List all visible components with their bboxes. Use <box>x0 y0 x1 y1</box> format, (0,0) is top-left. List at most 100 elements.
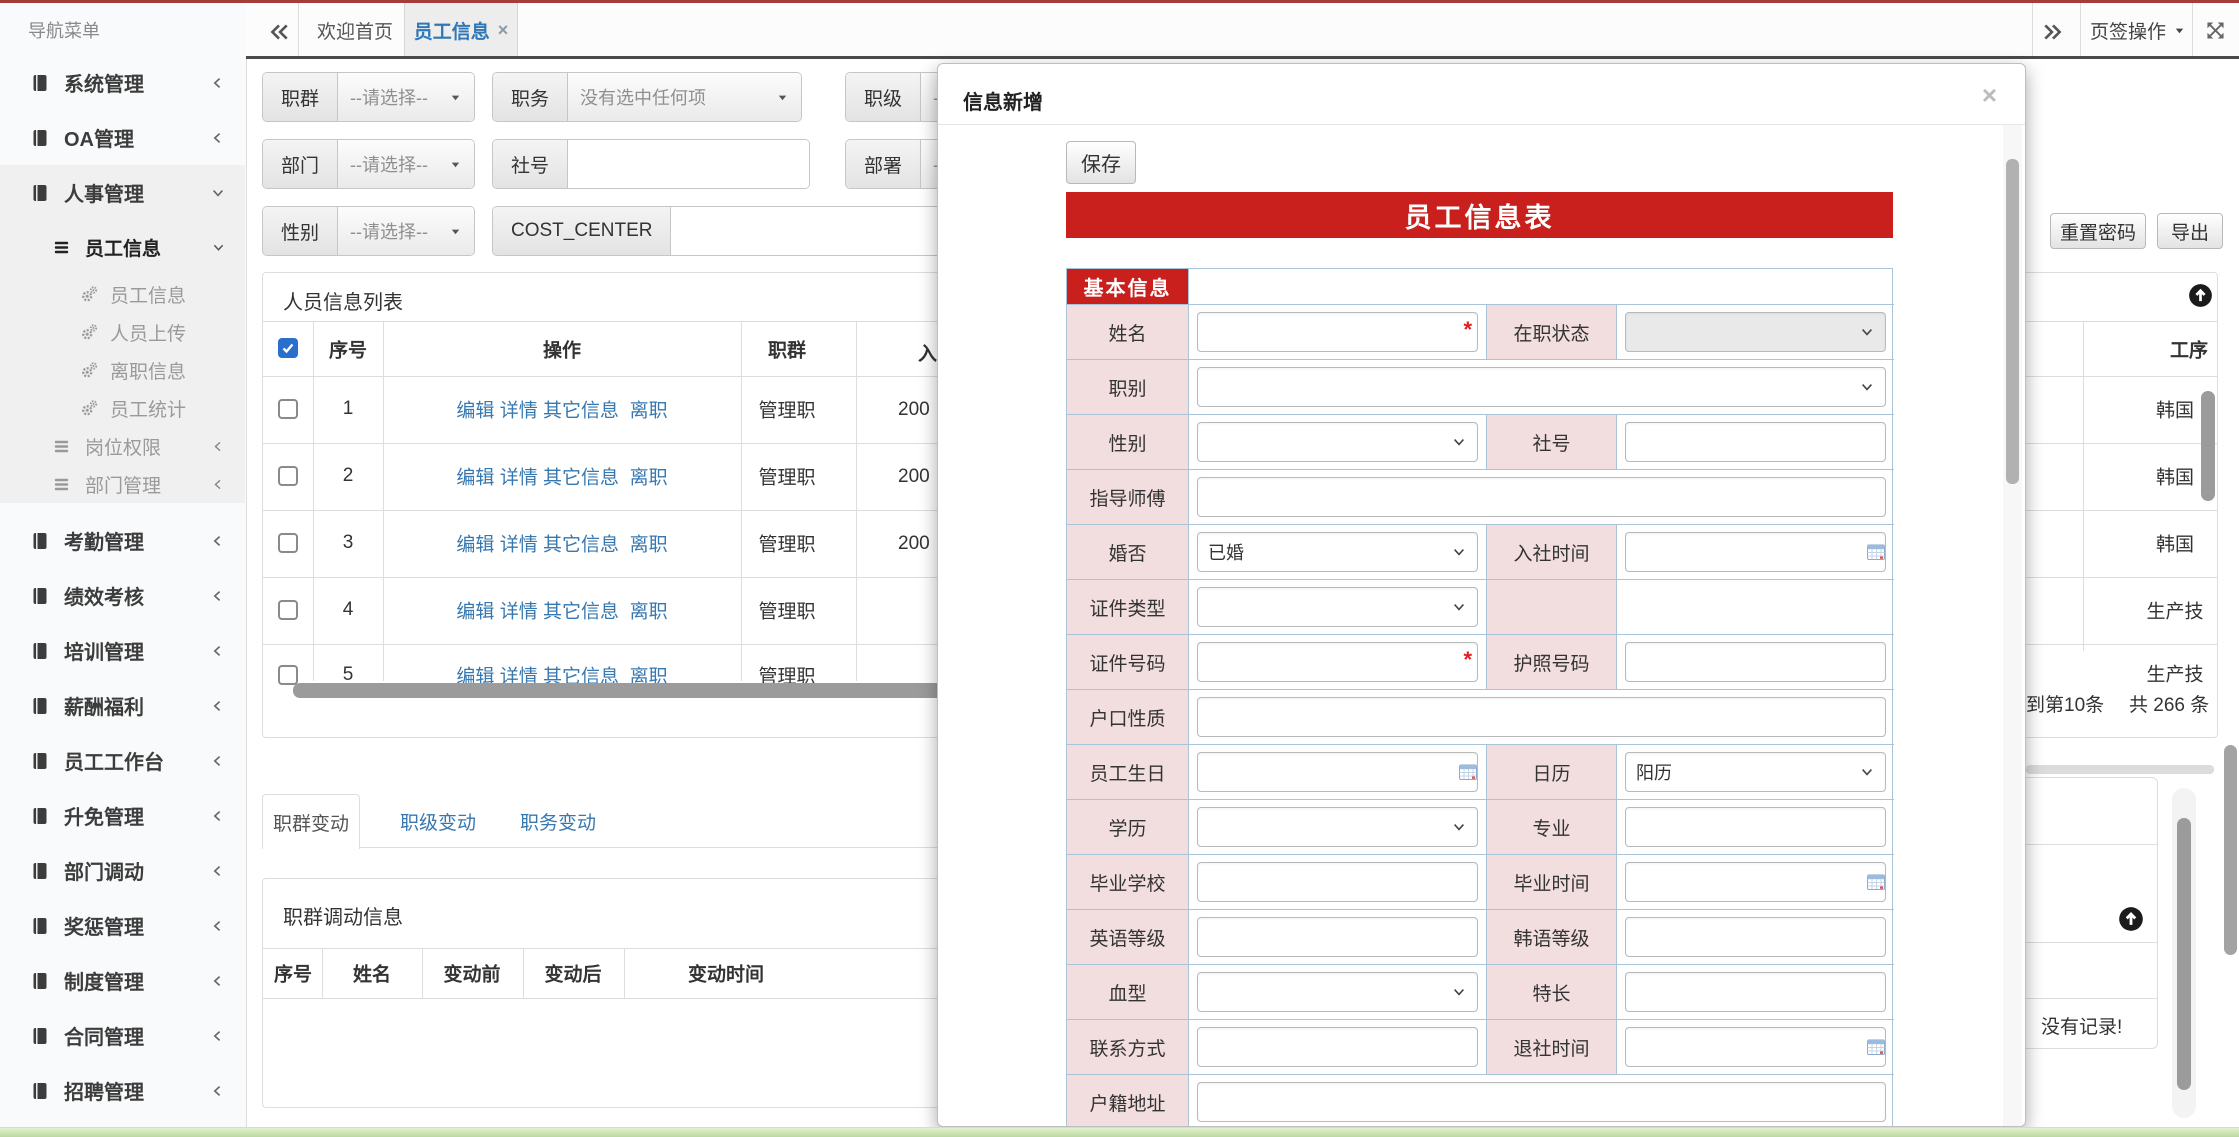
sidebar-item-reward-punishment[interactable]: 奖惩管理 <box>0 898 246 953</box>
graduate-school-input[interactable] <box>1197 862 1478 902</box>
mentor-input[interactable] <box>1197 477 1886 517</box>
collapse-panel-icon[interactable] <box>2188 283 2213 308</box>
resign-link[interactable]: 离职 <box>630 401 668 422</box>
sidebar-item-promotion[interactable]: 升免管理 <box>0 788 246 843</box>
shehao-input[interactable] <box>568 140 810 189</box>
row-checkbox[interactable] <box>278 533 298 553</box>
filter-zhiwu-select[interactable]: 没有选中任何项 <box>568 73 801 121</box>
sidebar-item-personnel-upload[interactable]: 人员上传 <box>0 313 246 351</box>
row-checkbox[interactable] <box>278 665 298 685</box>
graduation-date-input[interactable] <box>1625 862 1886 902</box>
vertical-scrollbar-thumb[interactable] <box>2201 391 2215 501</box>
sidebar-item-employee-stats[interactable]: 员工统计 <box>0 389 246 427</box>
calendar-icon[interactable] <box>1866 873 1886 891</box>
marital-select[interactable]: 已婚 <box>1197 532 1478 572</box>
join-date-input[interactable] <box>1625 532 1886 572</box>
filter-zhiqun-select[interactable]: --请选择-- <box>338 73 474 121</box>
detail-link[interactable]: 详情 <box>500 535 538 556</box>
collapse-panel-icon[interactable] <box>2118 906 2144 932</box>
sidebar-item-training[interactable]: 培训管理 <box>0 623 246 678</box>
edit-link[interactable]: 编辑 <box>456 468 494 489</box>
name-input[interactable] <box>1197 312 1478 352</box>
select-all-checkbox[interactable] <box>278 338 298 358</box>
row-checkbox[interactable] <box>278 600 298 620</box>
detail-link[interactable]: 详情 <box>500 401 538 422</box>
sidebar-item-dept-transfer[interactable]: 部门调动 <box>0 843 246 898</box>
specialty-input[interactable] <box>1625 972 1886 1012</box>
sidebar-item-resignation-info[interactable]: 离职信息 <box>0 351 246 389</box>
calendar-type-select[interactable]: 阳历 <box>1625 752 1886 792</box>
page-scrollbar-thumb[interactable] <box>2224 745 2237 955</box>
registered-address-input[interactable] <box>1197 1082 1886 1122</box>
blood-type-select[interactable] <box>1197 972 1478 1012</box>
sidebar-item-dept-management[interactable]: 部门管理 <box>0 465 246 503</box>
fullscreen-toggle-icon[interactable] <box>2204 19 2227 42</box>
sidebar-item-contract[interactable]: 合同管理 <box>0 1008 246 1063</box>
detail-link[interactable]: 详情 <box>500 602 538 623</box>
job-class-select[interactable] <box>1197 367 1886 407</box>
scroll-tabs-right-icon[interactable] <box>2042 21 2064 43</box>
sidebar-item-system[interactable]: 系统管理 <box>0 55 246 110</box>
sidebar-item-post-permission[interactable]: 岗位权限 <box>0 427 246 465</box>
row-checkbox[interactable] <box>278 399 298 419</box>
sidebar-item-workbench[interactable]: 员工工作台 <box>0 733 246 788</box>
edit-link[interactable]: 编辑 <box>456 535 494 556</box>
sidebar-item-salary[interactable]: 薪酬福利 <box>0 678 246 733</box>
modal-close-icon[interactable]: × <box>1982 80 1997 111</box>
other-info-link[interactable]: 其它信息 <box>543 602 619 623</box>
cost-center-input[interactable] <box>671 207 962 256</box>
row-checkbox[interactable] <box>278 466 298 486</box>
resign-link[interactable]: 离职 <box>630 468 668 489</box>
calendar-icon[interactable] <box>1866 543 1886 561</box>
scroll-tabs-left-icon[interactable] <box>268 21 290 43</box>
filter-xingbie-select[interactable]: --请选择-- <box>338 207 474 255</box>
sidebar-item-employee-info-group[interactable]: 员工信息 <box>0 220 246 275</box>
vertical-scrollbar-thumb[interactable] <box>2177 818 2191 1090</box>
calendar-icon[interactable] <box>1866 1038 1886 1056</box>
sidebar-item-oa[interactable]: OA管理 <box>0 110 246 165</box>
sidebar-item-attendance[interactable]: 考勤管理 <box>0 513 246 568</box>
horizontal-scrollbar-thumb[interactable] <box>2026 765 2214 774</box>
resign-link[interactable]: 离职 <box>630 535 668 556</box>
household-type-input[interactable] <box>1197 697 1886 737</box>
detail-link[interactable]: 详情 <box>500 468 538 489</box>
export-button[interactable]: 导出 <box>2157 213 2223 249</box>
sidebar-item-regulation[interactable]: 制度管理 <box>0 953 246 1008</box>
modal-scrollbar-thumb[interactable] <box>2006 159 2019 484</box>
korean-level-input[interactable] <box>1625 917 1886 957</box>
edit-link[interactable]: 编辑 <box>456 401 494 422</box>
leave-date-input[interactable] <box>1625 1027 1886 1067</box>
other-info-link[interactable]: 其它信息 <box>543 468 619 489</box>
education-select[interactable] <box>1197 807 1478 847</box>
passport-input[interactable] <box>1625 642 1886 682</box>
english-level-input[interactable] <box>1197 917 1478 957</box>
save-button[interactable]: 保存 <box>1066 141 1136 184</box>
tab-zhiqun-change[interactable]: 职群变动 <box>262 794 360 849</box>
gender-select[interactable] <box>1197 422 1478 462</box>
sidebar-item-recruitment[interactable]: 招聘管理 <box>0 1063 246 1118</box>
sidebar-item-employee-info[interactable]: 员工信息 <box>0 275 246 313</box>
contact-input[interactable] <box>1197 1027 1478 1067</box>
tab-employee-info[interactable]: 员工信息 × <box>404 3 518 57</box>
major-input[interactable] <box>1625 807 1886 847</box>
employment-status-select[interactable] <box>1625 312 1886 352</box>
sidebar-item-performance[interactable]: 绩效考核 <box>0 568 246 623</box>
tab-operations-dropdown[interactable]: 页签操作 <box>2090 3 2186 57</box>
id-type-select[interactable] <box>1197 587 1478 627</box>
reset-password-button[interactable]: 重置密码 <box>2050 213 2146 249</box>
calendar-icon[interactable] <box>1458 763 1478 781</box>
tab-zhiwu-change[interactable]: 职务变动 <box>515 794 601 848</box>
other-info-link[interactable]: 其它信息 <box>543 401 619 422</box>
tab-welcome[interactable]: 欢迎首页 <box>306 3 404 57</box>
tab-zhiji-change[interactable]: 职级变动 <box>395 794 481 848</box>
birthday-input[interactable] <box>1197 752 1478 792</box>
horizontal-scrollbar-thumb[interactable] <box>293 683 963 698</box>
resign-link[interactable]: 离职 <box>630 602 668 623</box>
company-id-input[interactable] <box>1625 422 1886 462</box>
sidebar-item-hr[interactable]: 人事管理 <box>0 165 246 220</box>
tab-close-icon[interactable]: × <box>498 20 509 41</box>
id-number-input[interactable] <box>1197 642 1478 682</box>
filter-bumen-select[interactable]: --请选择-- <box>338 140 474 188</box>
other-info-link[interactable]: 其它信息 <box>543 535 619 556</box>
edit-link[interactable]: 编辑 <box>456 602 494 623</box>
